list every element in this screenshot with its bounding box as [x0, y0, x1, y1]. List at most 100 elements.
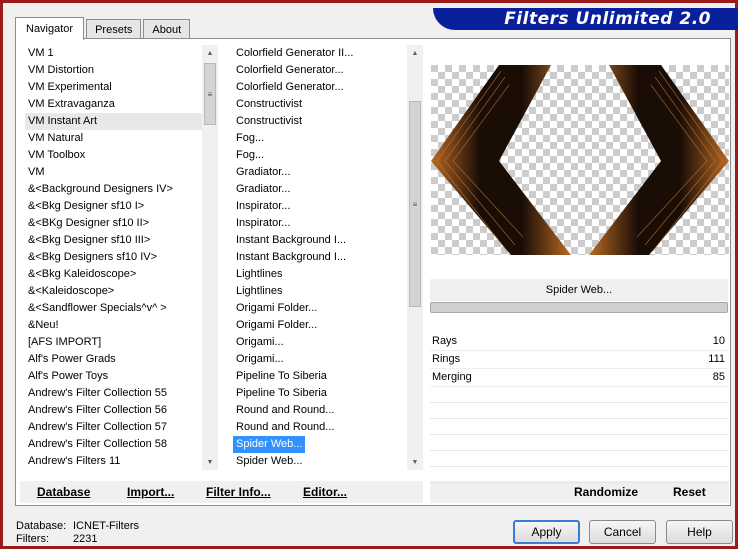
list-item[interactable]: Alf's Power Toys — [25, 368, 207, 385]
database-value: ICNET-Filters — [73, 520, 139, 532]
dialog-window: Filters Unlimited 2.0 Navigator Presets … — [0, 0, 738, 549]
filters-count-value: 2231 — [73, 533, 98, 545]
empty-param-row — [430, 435, 728, 451]
list-item[interactable]: Constructivist — [233, 113, 413, 130]
scroll-down-arrow-icon[interactable]: ▼ — [202, 454, 218, 470]
param-value[interactable]: 85 — [713, 371, 725, 383]
list-item[interactable]: &Neu! — [25, 317, 207, 334]
current-filter-name: Spider Web... — [430, 279, 728, 301]
scroll-down-arrow-icon[interactable]: ▼ — [407, 454, 423, 470]
list-item[interactable]: Origami... — [233, 351, 413, 368]
list-item[interactable]: Instant Background I... — [233, 232, 413, 249]
database-info: Database: ICNET-Filters Filters: 2231 — [16, 520, 139, 546]
list-item[interactable]: Lightlines — [233, 266, 413, 283]
param-button-bar: Randomize Reset — [430, 481, 729, 503]
list-item[interactable]: Colorfield Generator II... — [233, 45, 413, 62]
list-item[interactable]: &<Background Designers IV> — [25, 181, 207, 198]
category-scroll-thumb[interactable]: ≡ — [204, 63, 216, 125]
scroll-up-arrow-icon[interactable]: ▲ — [407, 45, 423, 61]
list-item[interactable]: VM Distortion — [25, 62, 207, 79]
database-label: Database: — [16, 520, 67, 532]
list-item[interactable]: Pipeline To Siberia — [233, 368, 413, 385]
list-item[interactable]: Fog... — [233, 147, 413, 164]
filter-list[interactable]: Colorfield Generator II... Colorfield Gen… — [233, 45, 413, 470]
param-value[interactable]: 10 — [713, 335, 725, 347]
list-item[interactable]: &<BKg Designer sf10 II> — [25, 215, 207, 232]
list-item[interactable]: &<Bkg Kaleidoscope> — [25, 266, 207, 283]
list-item[interactable]: Inspirator... — [233, 198, 413, 215]
empty-param-row — [430, 451, 728, 467]
help-button[interactable]: Help — [666, 520, 733, 544]
param-label: Merging — [432, 371, 472, 383]
list-item[interactable]: Andrew's Filter Collection 55 — [25, 385, 207, 402]
param-row-rays[interactable]: Rays 10 — [430, 333, 728, 351]
empty-param-row — [430, 387, 728, 403]
tab-navigator[interactable]: Navigator — [15, 17, 85, 40]
tab-strip: Navigator Presets About — [15, 17, 192, 40]
list-item[interactable]: Andrew's Filter Collection 56 — [25, 402, 207, 419]
list-item[interactable]: Origami Folder... — [233, 317, 413, 334]
list-item[interactable]: VM Experimental — [25, 79, 207, 96]
list-item[interactable]: Andrew's Filter Collection 58 — [25, 436, 207, 453]
database-button[interactable]: Database — [37, 481, 90, 503]
tab-presets[interactable]: Presets — [86, 19, 142, 39]
empty-param-row — [430, 467, 728, 483]
list-item[interactable]: VM Instant Art — [25, 113, 207, 130]
list-item[interactable]: &<Bkg Designer sf10 I> — [25, 198, 207, 215]
editor-button[interactable]: Editor... — [303, 481, 347, 503]
list-item[interactable]: Pipeline To Siberia — [233, 385, 413, 402]
empty-param-row — [430, 403, 728, 419]
list-item[interactable]: VM — [25, 164, 207, 181]
param-value[interactable]: 111 — [708, 353, 725, 365]
list-item[interactable]: Colorfield Generator... — [233, 79, 413, 96]
cancel-button[interactable]: Cancel — [589, 520, 656, 544]
list-item[interactable]: [AFS IMPORT] — [25, 334, 207, 351]
param-row-merging[interactable]: Merging 85 — [430, 369, 728, 387]
list-item[interactable]: VM Extravaganza — [25, 96, 207, 113]
list-item[interactable]: Colorfield Generator... — [233, 62, 413, 79]
list-item[interactable]: &<Bkg Designer sf10 III> — [25, 232, 207, 249]
list-item[interactable]: &<Sandflower Specials^v^ > — [25, 300, 207, 317]
list-item[interactable]: Inspirator... — [233, 215, 413, 232]
apply-button[interactable]: Apply — [513, 520, 580, 544]
list-item[interactable]: Spider Web... — [233, 453, 413, 470]
list-item[interactable]: Instant Background I... — [233, 249, 413, 266]
list-item[interactable]: Origami Folder... — [233, 300, 413, 317]
scroll-up-arrow-icon[interactable]: ▲ — [202, 45, 218, 61]
title-banner: Filters Unlimited 2.0 — [433, 8, 738, 30]
reset-button[interactable]: Reset — [673, 481, 706, 503]
list-item[interactable]: VM 1 — [25, 45, 207, 62]
list-item[interactable]: Constructivist — [233, 96, 413, 113]
list-item[interactable]: Spider Web... — [233, 436, 306, 453]
list-item[interactable]: Origami... — [233, 334, 413, 351]
list-item[interactable]: Andrew's Filter Collection 57 — [25, 419, 207, 436]
parameter-list: Rays 10 Rings 111 Merging 85 — [430, 333, 728, 483]
list-item[interactable]: &<Kaleidoscope> — [25, 283, 207, 300]
param-label: Rings — [432, 353, 461, 365]
category-scrollbar[interactable]: ▲ ≡ ▼ — [202, 45, 218, 470]
list-item[interactable]: Round and Round... — [233, 402, 413, 419]
list-item[interactable]: Gradiator... — [233, 181, 413, 198]
filters-count-label: Filters: — [16, 533, 49, 545]
parameter-slider[interactable] — [430, 302, 728, 313]
import-button[interactable]: Import... — [127, 481, 174, 503]
filter-info-button[interactable]: Filter Info... — [206, 481, 271, 503]
empty-param-row — [430, 419, 728, 435]
list-item[interactable]: Andrew's Filters 11 — [25, 453, 207, 470]
list-item[interactable]: Alf's Power Grads — [25, 351, 207, 368]
list-item[interactable]: Lightlines — [233, 283, 413, 300]
list-item[interactable]: VM Natural — [25, 130, 207, 147]
list-item[interactable]: Gradiator... — [233, 164, 413, 181]
list-item[interactable]: &<Bkg Designers sf10 IV> — [25, 249, 207, 266]
category-list[interactable]: VM 1 VM Distortion VM Experimental VM Extra… — [25, 45, 207, 470]
param-row-rings[interactable]: Rings 111 — [430, 351, 728, 369]
list-item[interactable]: VM Toolbox — [25, 147, 207, 164]
list-item[interactable]: Fog... — [233, 130, 413, 147]
filter-scroll-thumb[interactable]: ≡ — [409, 101, 421, 307]
preview-image — [431, 65, 729, 255]
randomize-button[interactable]: Randomize — [574, 481, 638, 503]
tab-about[interactable]: About — [143, 19, 191, 39]
filter-scrollbar[interactable]: ▲ ≡ ▼ — [407, 45, 423, 470]
app-title: Filters Unlimited 2.0 — [504, 9, 711, 29]
list-item[interactable]: Round and Round... — [233, 419, 413, 436]
